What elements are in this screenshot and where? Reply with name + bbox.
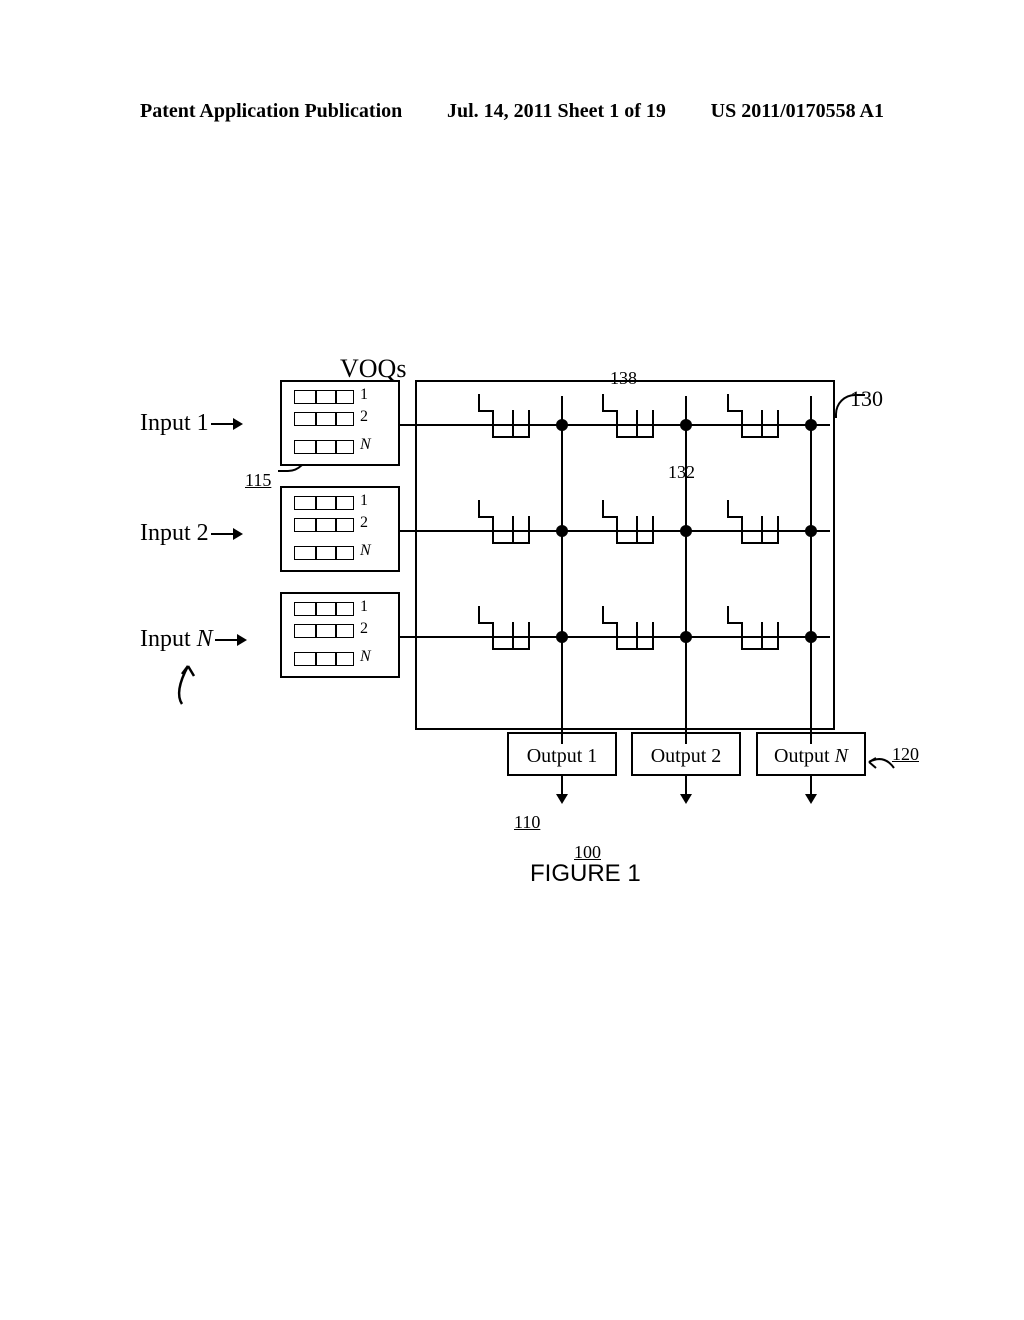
ref-115: 115 xyxy=(245,470,271,491)
queue-icon xyxy=(294,390,354,404)
crosspoint-2-n xyxy=(719,498,829,558)
queue-label-n: N xyxy=(360,648,371,666)
arrow-right-icon xyxy=(211,423,241,425)
header-right: US 2011/0170558 A1 xyxy=(711,100,884,123)
figure-caption: FIGURE 1 xyxy=(530,860,641,888)
ref-120: 120 xyxy=(892,744,919,765)
ref-130-leader xyxy=(835,394,865,418)
ref-110: 110 xyxy=(514,812,540,833)
node-dot-icon xyxy=(805,419,817,431)
crosspoint-n-2 xyxy=(594,604,704,664)
crosspoint-2-2 xyxy=(594,498,704,558)
crosspoint-2-1 xyxy=(470,498,580,558)
output-n-prefix: Output xyxy=(774,745,835,767)
node-dot-icon xyxy=(556,631,568,643)
input-1-text: Input 1 xyxy=(140,410,209,436)
voq-block-1: 1 2 N xyxy=(280,380,400,466)
input-1-label: Input 1 xyxy=(140,410,241,437)
output-2-box: Output 2 xyxy=(631,732,741,776)
queue-icon xyxy=(294,546,354,560)
node-dot-icon xyxy=(556,419,568,431)
header-center: Jul. 14, 2011 Sheet 1 of 19 xyxy=(447,100,666,123)
arrow-down-icon xyxy=(810,776,812,802)
voq-block-2: 1 2 N xyxy=(280,486,400,572)
crosspoint-1-2 xyxy=(594,392,704,452)
crosspoint-1-1 xyxy=(470,392,580,452)
output-1-box: Output 1 xyxy=(507,732,617,776)
queue-label-n: N xyxy=(360,436,371,454)
queue-label-2: 2 xyxy=(360,620,368,638)
node-dot-icon xyxy=(556,525,568,537)
curve-arrow-icon xyxy=(170,656,210,718)
queue-label-1: 1 xyxy=(360,386,368,404)
arrow-right-icon xyxy=(215,639,245,641)
ref-120-leader-icon xyxy=(866,752,896,772)
crosspoint-n-1 xyxy=(470,604,580,664)
ref-138: 138 xyxy=(610,368,637,389)
queue-icon xyxy=(294,518,354,532)
queue-label-2: 2 xyxy=(360,514,368,532)
node-dot-icon xyxy=(680,419,692,431)
input-2-label: Input 2 xyxy=(140,520,241,547)
arrow-right-icon xyxy=(211,533,241,535)
queue-label-n: N xyxy=(360,542,371,560)
queue-icon xyxy=(294,440,354,454)
page-header: Patent Application Publication Jul. 14, … xyxy=(0,100,1024,123)
queue-icon xyxy=(294,412,354,426)
crosspoint-n-n xyxy=(719,604,829,664)
node-dot-icon xyxy=(680,631,692,643)
queue-icon xyxy=(294,496,354,510)
queue-label-1: 1 xyxy=(360,492,368,510)
queue-label-1: 1 xyxy=(360,598,368,616)
queue-label-2: 2 xyxy=(360,408,368,426)
header-left: Patent Application Publication xyxy=(140,100,402,123)
node-dot-icon xyxy=(805,525,817,537)
node-dot-icon xyxy=(805,631,817,643)
input-n-prefix: Input xyxy=(140,626,197,652)
queue-icon xyxy=(294,602,354,616)
arrow-down-icon xyxy=(685,776,687,802)
arrow-down-icon xyxy=(561,776,563,802)
crosspoint-1-n xyxy=(719,392,829,452)
output-n-box: Output N xyxy=(756,732,866,776)
output-n-suffix: N xyxy=(835,745,848,767)
node-dot-icon xyxy=(680,525,692,537)
voq-block-n: 1 2 N xyxy=(280,592,400,678)
ref-132: 132 xyxy=(668,462,695,483)
input-n-label: Input N xyxy=(140,626,245,653)
queue-icon xyxy=(294,652,354,666)
input-n-suffix: N xyxy=(197,626,213,652)
queue-icon xyxy=(294,624,354,638)
input-2-text: Input 2 xyxy=(140,520,209,546)
